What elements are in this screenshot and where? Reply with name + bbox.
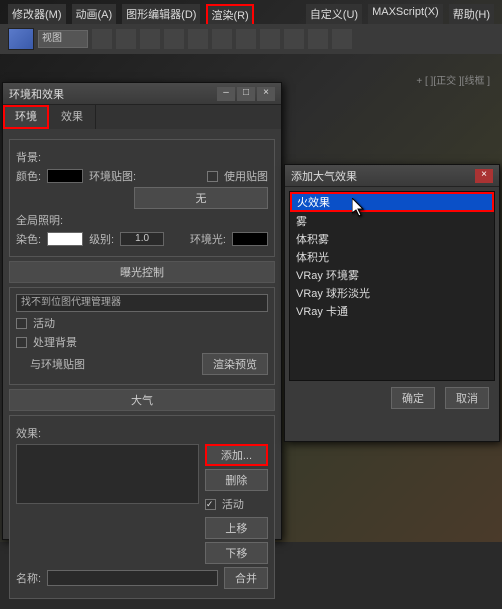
tool-6[interactable] [212,29,232,49]
envlight-swatch[interactable] [232,232,268,246]
tool-4[interactable] [164,29,184,49]
main-toolbar: 视图 [0,24,502,54]
atm-effects-list[interactable]: 火效果 雾 体积雾 体积光 VRay 环境雾 VRay 球形淡光 VRay 卡通 [289,191,495,381]
atm-close-button[interactable]: × [475,169,493,183]
atm-item-vraysphere[interactable]: VRay 球形淡光 [290,284,494,302]
atmos-active-checkbox[interactable] [205,499,216,510]
environment-effects-dialog: 环境和效果 – □ × 环境 效果 背景: 颜色: 环境贴图: 使用贴图 无 全… [2,82,282,540]
atmos-down-button[interactable]: 下移 [205,542,268,564]
use-map-label: 使用贴图 [224,168,268,184]
tool-3[interactable] [140,29,160,49]
tool-2[interactable] [116,29,136,49]
atmos-active-label: 活动 [222,496,244,512]
atm-item-volfog[interactable]: 体积雾 [290,230,494,248]
tool-10[interactable] [308,29,328,49]
atmosphere-section: 效果: 添加... 删除 活动 上移 下移 名称: 合并 [9,415,275,599]
atm-item-fire[interactable]: 火效果 [290,192,494,212]
add-atmospheric-dialog: 添加大气效果 × 火效果 雾 体积雾 体积光 VRay 环境雾 VRay 球形淡… [284,164,500,442]
menu-rendering[interactable]: 渲染(R) [206,4,253,26]
level-spinner[interactable]: 1.0 [120,232,164,246]
tool-7[interactable] [236,29,256,49]
atmos-up-button[interactable]: 上移 [205,517,268,539]
view-dropdown[interactable]: 视图 [38,30,88,48]
render-preview-button[interactable]: 渲染预览 [202,353,268,375]
atm-cancel-button[interactable]: 取消 [445,387,489,409]
gi-label: 全局照明: [16,212,63,228]
atmos-fx-label: 效果: [16,425,41,441]
atmos-delete-button[interactable]: 删除 [205,469,268,491]
exposure-title[interactable]: 曝光控制 [9,261,275,283]
env-title: 环境和效果 [9,86,64,102]
atmosphere-title[interactable]: 大气 [9,389,275,411]
main-menu-bar-right: 自定义(U) MAXScript(X) 帮助(H) [306,4,494,24]
dye-label: 染色: [16,231,41,247]
bg-color-swatch[interactable] [47,169,83,183]
main-menu-bar: 修改器(M) 动画(A) 图形编辑器(D) 渲染(R) [8,4,254,26]
tab-effects[interactable]: 效果 [49,105,96,129]
envlight-label: 环境光: [190,231,226,247]
atmos-effects-list[interactable] [16,444,199,504]
tool-11[interactable] [332,29,352,49]
atmos-merge-button[interactable]: 合并 [224,567,268,589]
tool-5[interactable] [188,29,208,49]
background-section: 背景: 颜色: 环境贴图: 使用贴图 无 全局照明: 染色: 级别: 1.0 环… [9,139,275,257]
procbg-checkbox[interactable] [16,337,27,348]
bg-label: 背景: [16,149,41,165]
bg-color-label: 颜色: [16,168,41,184]
use-map-checkbox[interactable] [207,171,218,182]
tool-1[interactable] [92,29,112,49]
app-icon [8,28,34,50]
level-label: 级别: [89,231,114,247]
tool-8[interactable] [260,29,280,49]
viewport-label: + [ ][正交 ][线框 ] [416,72,490,87]
atmos-name-label: 名称: [16,570,41,586]
menu-maxscript[interactable]: MAXScript(X) [368,4,443,24]
atm-title: 添加大气效果 [291,168,357,184]
withenv-label: 与环境贴图 [30,356,85,372]
maximize-button[interactable]: □ [237,87,255,101]
atm-item-vraytoon[interactable]: VRay 卡通 [290,302,494,320]
atmos-add-button[interactable]: 添加... [205,444,268,466]
exposure-active-label: 活动 [33,315,55,331]
menu-modifiers[interactable]: 修改器(M) [8,4,66,26]
menu-customize[interactable]: 自定义(U) [306,4,362,24]
menu-graph-editors[interactable]: 图形编辑器(D) [122,4,200,26]
exposure-dropdown[interactable]: 找不到位图代理管理器 [16,294,268,312]
atm-item-vrayfog[interactable]: VRay 环境雾 [290,266,494,284]
close-button[interactable]: × [257,87,275,101]
menu-animation[interactable]: 动画(A) [72,4,117,26]
procbg-label: 处理背景 [33,334,77,350]
exposure-section: 找不到位图代理管理器 活动 处理背景 与环境贴图 渲染预览 [9,287,275,385]
atmos-name-input[interactable] [47,570,218,586]
menu-help[interactable]: 帮助(H) [449,4,494,24]
envmap-label: 环境贴图: [89,168,136,184]
atm-titlebar[interactable]: 添加大气效果 × [285,165,499,187]
dye-swatch[interactable] [47,232,83,246]
envmap-none-button[interactable]: 无 [134,187,268,209]
tool-9[interactable] [284,29,304,49]
env-titlebar[interactable]: 环境和效果 – □ × [3,83,281,105]
exposure-active-checkbox[interactable] [16,318,27,329]
atm-item-vollight[interactable]: 体积光 [290,248,494,266]
atm-ok-button[interactable]: 确定 [391,387,435,409]
minimize-button[interactable]: – [217,87,235,101]
tab-environment[interactable]: 环境 [3,105,49,129]
atm-item-fog[interactable]: 雾 [290,212,494,230]
env-tabs: 环境 效果 [3,105,281,129]
